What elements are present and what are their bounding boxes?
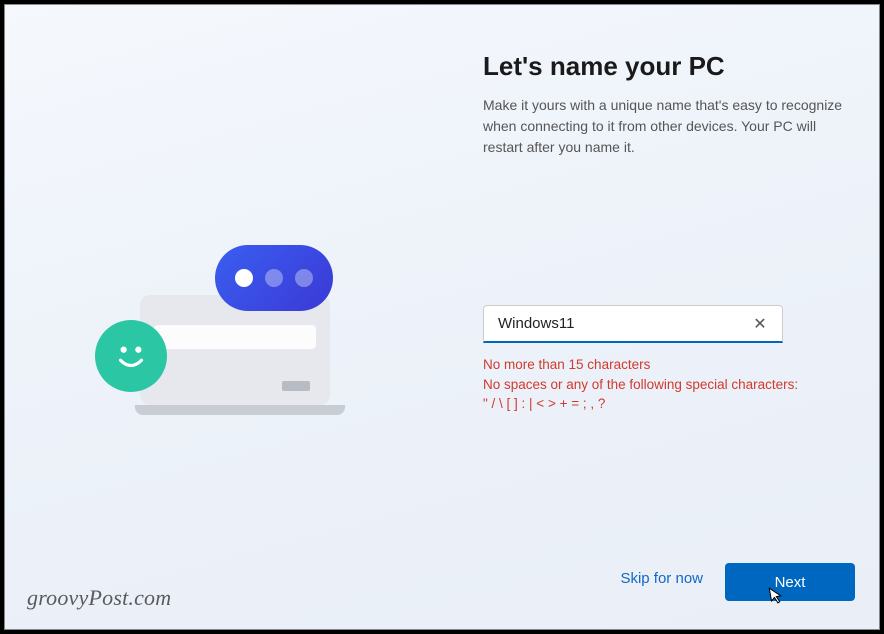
pc-name-input[interactable] [498,315,748,332]
page-title: Let's name your PC [483,51,725,82]
chat-bubble-icon [215,245,333,311]
validation-line: No more than 15 characters [483,355,823,375]
validation-line: " / \ [ ] : | < > + = ; , ? [483,394,823,414]
validation-line: No spaces or any of the following specia… [483,375,823,395]
typing-dot-icon [235,269,253,287]
page-description: Make it yours with a unique name that's … [483,95,843,158]
laptop-base [135,405,345,415]
next-button[interactable]: Next [725,563,855,601]
clear-input-icon[interactable]: ✕ [748,312,772,336]
watermark-text: groovyPost.com [27,585,171,611]
laptop-screen [140,295,330,405]
oobe-window: Let's name your PC Make it yours with a … [4,4,880,630]
typing-dot-icon [265,269,283,287]
pc-name-field-wrapper: ✕ [483,305,783,343]
typing-dot-icon [295,269,313,287]
skip-for-now-link[interactable]: Skip for now [614,562,709,595]
illustration [95,235,395,435]
content-area: Let's name your PC Make it yours with a … [5,5,879,629]
validation-message: No more than 15 characters No spaces or … [483,355,823,414]
smiley-icon [95,320,167,392]
